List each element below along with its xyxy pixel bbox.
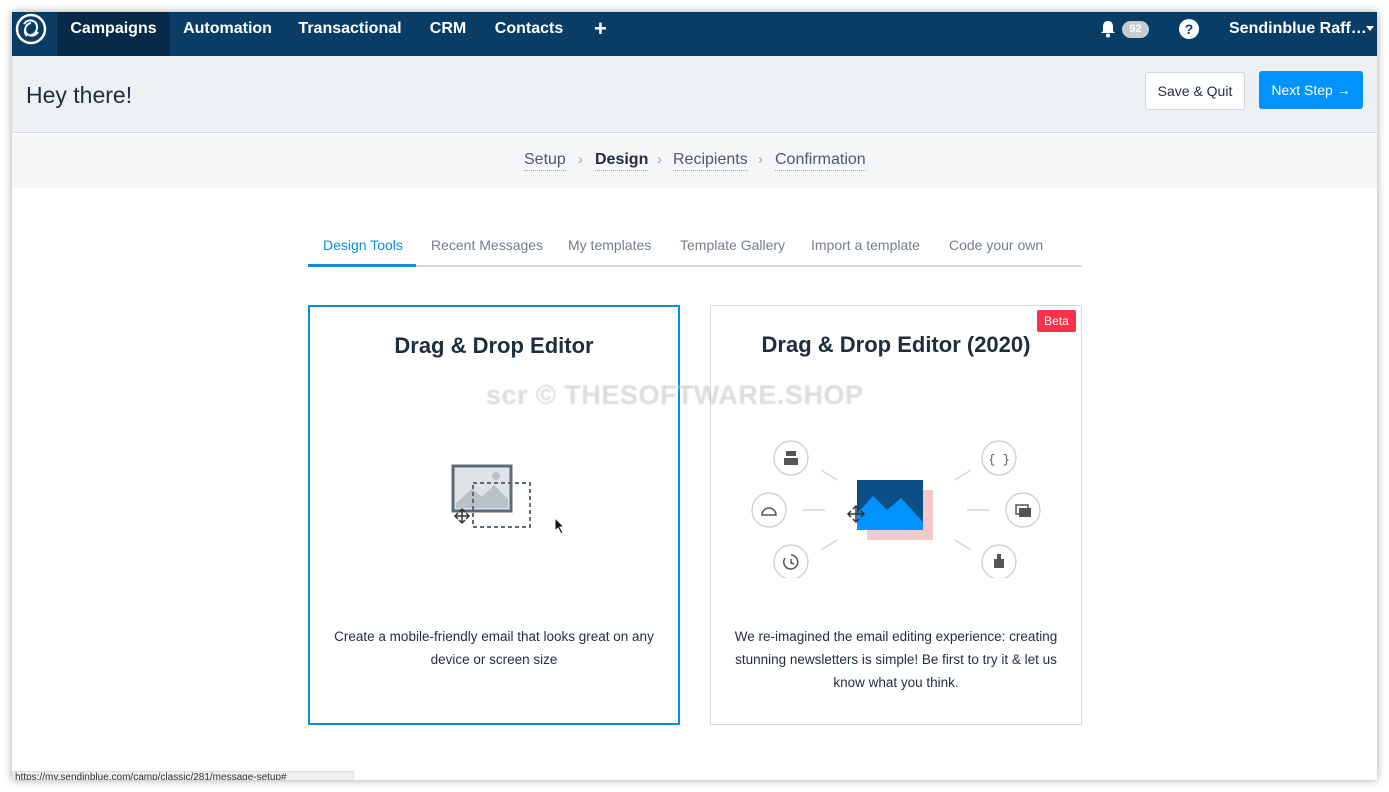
chevron-down-icon[interactable] bbox=[1366, 26, 1374, 31]
page-title: Hey there! bbox=[26, 82, 133, 108]
nav-transactional[interactable]: Transactional bbox=[292, 12, 408, 56]
nav-contacts[interactable]: Contacts bbox=[489, 12, 569, 56]
editor-illustration: { } bbox=[751, 440, 1041, 578]
card-description: We re-imagined the email editing experie… bbox=[734, 629, 1058, 690]
design-tabs: Design Tools Recent Messages My template… bbox=[308, 236, 1082, 267]
beta-badge: Beta bbox=[1037, 310, 1076, 332]
tab-code-your-own[interactable]: Code your own bbox=[949, 237, 1043, 253]
chevron-right-icon: › bbox=[657, 151, 662, 168]
app-window: Campaigns Automation Transactional CRM C… bbox=[12, 12, 1377, 780]
tab-my-templates[interactable]: My templates bbox=[568, 237, 651, 253]
next-step-button[interactable]: Next Step → bbox=[1259, 71, 1363, 109]
card-title: Drag & Drop Editor bbox=[394, 333, 594, 358]
user-menu[interactable]: Sendinblue Raff… bbox=[1229, 12, 1367, 45]
step-setup[interactable]: Setup bbox=[524, 151, 566, 171]
tab-template-gallery[interactable]: Template Gallery bbox=[680, 237, 785, 253]
add-nav-button[interactable]: + bbox=[594, 16, 607, 42]
sendinblue-logo-icon[interactable] bbox=[14, 12, 48, 46]
top-navigation: Campaigns Automation Transactional CRM C… bbox=[12, 12, 1377, 56]
notification-count-badge: 92 bbox=[1122, 21, 1149, 38]
page-header: Hey there! Save & Quit Next Step → bbox=[12, 56, 1377, 133]
nav-automation[interactable]: Automation bbox=[175, 12, 280, 56]
active-tab-indicator bbox=[308, 264, 416, 267]
step-confirmation[interactable]: Confirmation bbox=[775, 151, 866, 171]
nav-crm[interactable]: CRM bbox=[423, 12, 473, 56]
bell-icon[interactable] bbox=[1099, 20, 1117, 38]
breadcrumb: Setup › Design › Recipients › Confirmati… bbox=[12, 134, 1377, 188]
card-description: Create a mobile-friendly email that look… bbox=[334, 629, 654, 667]
mouse-cursor-icon bbox=[554, 517, 566, 535]
drag-drop-editor-card[interactable]: Drag & Drop Editor Create a mobile-frien… bbox=[308, 305, 680, 725]
step-design[interactable]: Design bbox=[595, 151, 649, 171]
nav-campaigns[interactable]: Campaigns bbox=[57, 12, 170, 56]
tab-import-template[interactable]: Import a template bbox=[811, 237, 920, 253]
chevron-right-icon: › bbox=[758, 151, 763, 168]
svg-text:{ }: { } bbox=[988, 453, 1010, 467]
watermark: scr © THESOFTWARE.SHOP bbox=[486, 380, 864, 410]
step-recipients[interactable]: Recipients bbox=[673, 151, 748, 171]
chevron-right-icon: › bbox=[578, 151, 583, 168]
save-and-quit-button[interactable]: Save & Quit bbox=[1145, 72, 1245, 110]
tab-recent-messages[interactable]: Recent Messages bbox=[431, 237, 543, 253]
image-drag-icon bbox=[451, 464, 531, 528]
help-icon[interactable]: ? bbox=[1179, 19, 1199, 39]
status-bar-url: https://my.sendinblue.com/camp/classic/2… bbox=[12, 771, 354, 780]
card-title: Drag & Drop Editor (2020) bbox=[761, 332, 1031, 357]
drag-drop-editor-2020-card[interactable]: Beta Drag & Drop Editor (2020) {} We re… bbox=[710, 305, 1082, 725]
tab-design-tools[interactable]: Design Tools bbox=[323, 237, 403, 253]
